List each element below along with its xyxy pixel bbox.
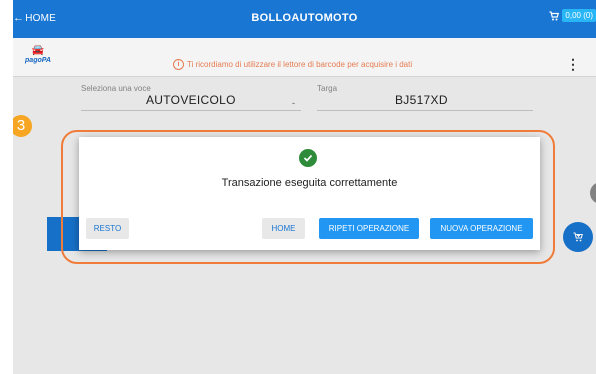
nuova-operazione-button[interactable]: NUOVA OPERAZIONE bbox=[430, 218, 533, 239]
transaction-dialog: Transazione eseguita correttamente RESTO… bbox=[79, 137, 540, 250]
info-icon: i bbox=[173, 59, 184, 70]
ripeti-operazione-button[interactable]: RIPETI OPERAZIONE bbox=[319, 218, 419, 239]
cart-icon bbox=[549, 10, 560, 20]
app-window: ← HOME BOLLOAUTOMOTO 0,00 (0) 🚘 pagoPA i… bbox=[13, 0, 596, 374]
left-margin bbox=[0, 0, 13, 374]
barcode-notice: i Ti ricordiamo di utilizzare il lettore… bbox=[173, 59, 412, 70]
app-title: BOLLOAUTOMOTO bbox=[251, 12, 358, 24]
logo-text: pagoPA bbox=[25, 57, 51, 64]
pagopa-logo: 🚘 pagoPA bbox=[25, 46, 51, 70]
resto-button[interactable]: RESTO bbox=[86, 218, 129, 239]
kebab-menu-icon[interactable]: ⋮ bbox=[566, 56, 580, 73]
cart-total-badge: 0,00 (0) bbox=[562, 9, 596, 22]
top-app-bar: ← HOME BOLLOAUTOMOTO 0,00 (0) bbox=[13, 0, 596, 38]
car-icon: 🚘 bbox=[31, 45, 45, 56]
screen: ← HOME BOLLOAUTOMOTO 0,00 (0) 🚘 pagoPA i… bbox=[0, 0, 596, 374]
sub-toolbar: 🚘 pagoPA i Ti ricordiamo di utilizzare i… bbox=[13, 38, 596, 77]
dialog-message: Transazione eseguita correttamente bbox=[221, 177, 398, 189]
step-badge: 3 bbox=[10, 115, 32, 137]
check-circle-icon bbox=[299, 149, 317, 167]
cart-button[interactable]: 0,00 (0) bbox=[548, 9, 596, 22]
barcode-notice-text: Ti ricordiamo di utilizzare il lettore d… bbox=[187, 60, 413, 69]
home-button[interactable]: HOME bbox=[262, 218, 305, 239]
